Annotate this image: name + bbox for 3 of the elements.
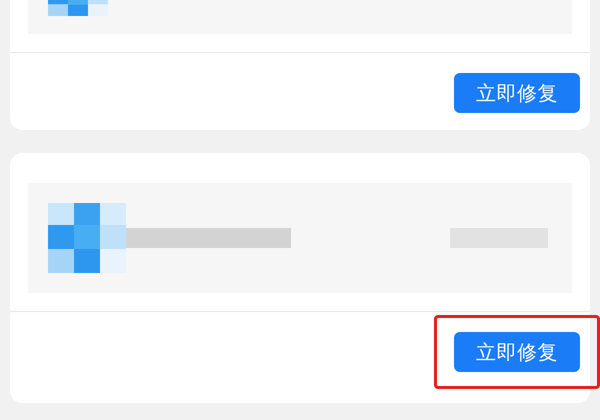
fix-now-button[interactable]: 立即修复 [454, 332, 580, 372]
fix-now-button[interactable]: 立即修复 [454, 73, 580, 113]
blurred-avatar-icon [48, 203, 126, 273]
